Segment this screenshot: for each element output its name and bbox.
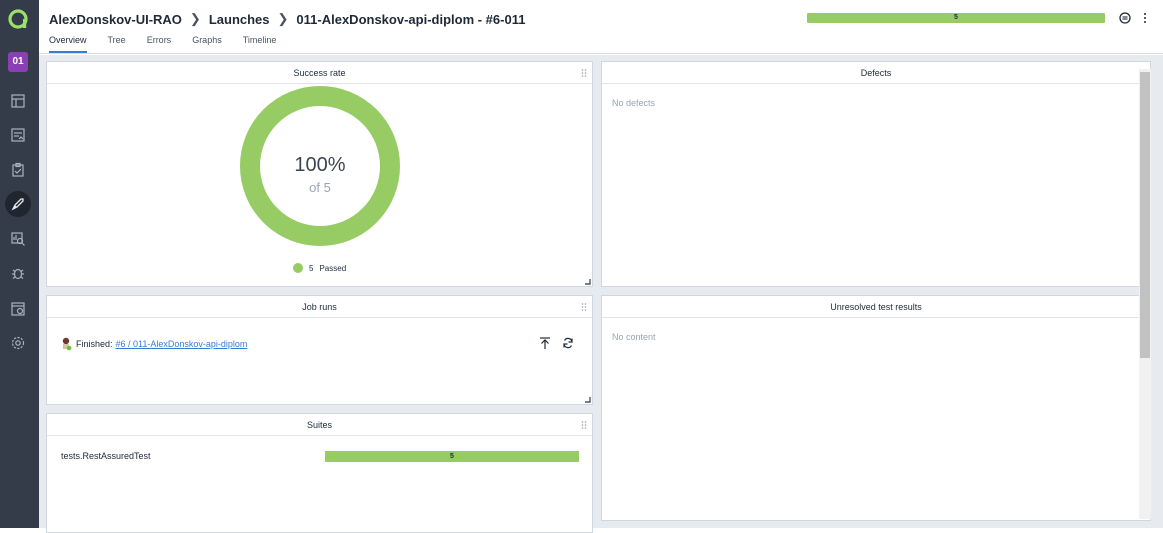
job-run-status: Finished: xyxy=(76,339,113,349)
resize-handle-icon[interactable] xyxy=(585,397,591,403)
breadcrumb-launches[interactable]: Launches xyxy=(209,12,270,27)
passed-legend-dot xyxy=(293,263,303,273)
tab-timeline[interactable]: Timeline xyxy=(243,35,277,53)
empty-message: No content xyxy=(612,332,656,342)
donut-legend: 5 Passed xyxy=(293,263,346,273)
drag-handle-icon[interactable] xyxy=(581,303,587,311)
widget-title: Unresolved test results xyxy=(830,302,922,312)
jenkins-avatar-icon xyxy=(61,337,72,351)
success-total: of 5 xyxy=(239,180,401,195)
header: AlexDonskov-UI-RAO ❯ Launches ❯ 011-Alex… xyxy=(39,0,1163,54)
chevron-right-icon: ❯ xyxy=(278,11,289,27)
scrollbar-thumb[interactable] xyxy=(1140,72,1150,358)
breadcrumb-project[interactable]: AlexDonskov-UI-RAO xyxy=(49,12,182,27)
job-runs-widget: Job runs Finished: #6 / 011-AlexDonskov-… xyxy=(46,295,593,405)
resize-handle-icon[interactable] xyxy=(585,279,591,285)
drag-handle-icon[interactable] xyxy=(581,421,587,429)
project-badge[interactable]: 01 xyxy=(8,52,28,72)
tab-graphs[interactable]: Graphs xyxy=(192,35,222,53)
sidebar: 01 xyxy=(0,0,39,528)
drag-handle-icon[interactable] xyxy=(581,69,587,77)
widget-title: Job runs xyxy=(302,302,337,312)
tab-overview[interactable]: Overview xyxy=(49,35,87,53)
breadcrumb-launch: 011-AlexDonskov-api-diplom - #6-011 xyxy=(296,12,525,27)
suites-widget: Suites tests.RestAssuredTest 5 xyxy=(46,413,593,533)
tab-errors[interactable]: Errors xyxy=(147,35,172,53)
defects-icon[interactable] xyxy=(5,260,31,286)
widget-title: Success rate xyxy=(293,68,345,78)
launch-menu-icon[interactable] xyxy=(1118,11,1132,25)
empty-message: No defects xyxy=(612,98,655,108)
test-plans-icon[interactable] xyxy=(5,157,31,183)
tab-tree[interactable]: Tree xyxy=(108,35,126,53)
chevron-right-icon: ❯ xyxy=(190,11,201,27)
suite-status-bar[interactable]: 5 xyxy=(325,451,579,462)
upload-icon[interactable] xyxy=(539,337,551,350)
legend-count: 5 xyxy=(309,264,313,273)
dashboard-icon[interactable] xyxy=(5,88,31,114)
widget-title: Defects xyxy=(861,68,892,78)
unresolved-results-widget: Unresolved test results No content xyxy=(601,295,1151,521)
job-run-row: Finished: #6 / 011-AlexDonskov-api-diplo… xyxy=(61,337,247,351)
overview-dashboard: Success rate 100% of 5 5 Passed Defects … xyxy=(39,55,1163,528)
widget-title: Suites xyxy=(307,420,332,430)
breadcrumb: AlexDonskov-UI-RAO ❯ Launches ❯ 011-Alex… xyxy=(49,11,525,27)
jobs-icon[interactable] xyxy=(5,296,31,322)
launches-icon[interactable] xyxy=(5,191,31,217)
scrollbar[interactable] xyxy=(1139,69,1151,519)
allure-logo[interactable] xyxy=(7,8,29,30)
launch-status-bar[interactable]: 5 xyxy=(807,13,1105,23)
success-rate-widget: Success rate 100% of 5 5 Passed xyxy=(46,61,593,287)
tab-bar: Overview Tree Errors Graphs Timeline xyxy=(49,35,297,53)
job-run-link[interactable]: #6 / 011-AlexDonskov-api-diplom xyxy=(116,339,248,349)
defects-widget: Defects No defects xyxy=(601,61,1151,287)
refresh-icon[interactable] xyxy=(562,337,574,349)
settings-icon[interactable] xyxy=(5,330,31,356)
legend-label: Passed xyxy=(319,264,346,273)
test-cases-icon[interactable] xyxy=(5,122,31,148)
success-percent: 100% xyxy=(239,154,401,177)
more-vertical-icon[interactable] xyxy=(1138,11,1152,25)
analytics-icon[interactable] xyxy=(5,226,31,252)
suite-name[interactable]: tests.RestAssuredTest xyxy=(61,451,151,461)
